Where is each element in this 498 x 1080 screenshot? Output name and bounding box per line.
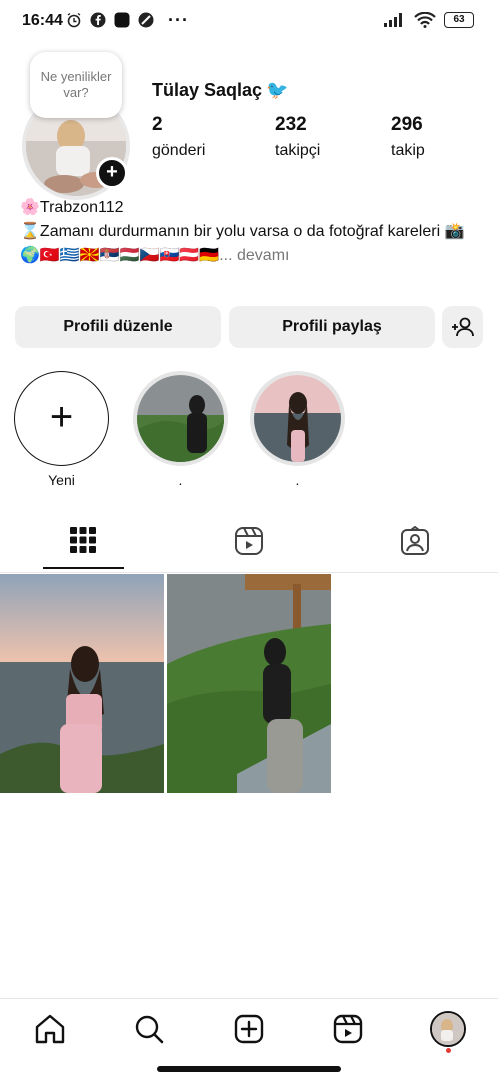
bio-line-2: ⌛Zamanı durdurmanın bir yolu varsa o da … [20,223,465,240]
stat-following-label: takip [391,142,425,159]
notification-dot [446,1048,451,1053]
active-tab-indicator [43,567,124,569]
note-text: Ne yenilikler var? [40,69,112,100]
signal-icon [384,13,402,27]
highlight-item-1[interactable] [133,371,228,466]
reels-icon [235,527,263,555]
stat-followers-count: 232 [275,114,307,135]
post-photo-1 [0,574,164,793]
tab-tagged[interactable] [400,525,430,561]
name-emoji: 🐦 [266,80,289,100]
wifi-icon [414,12,436,28]
stat-followers-label: takipçi [275,142,321,159]
search-icon [135,1015,164,1044]
home-indicator-bar[interactable] [157,1066,341,1072]
home-icon [35,1014,65,1044]
profile-name: Tülay Saqlaç 🐦 [152,80,288,101]
slash-circle-icon [138,12,154,28]
nav-home[interactable] [34,1013,66,1050]
stat-posts-count: 2 [152,114,163,135]
add-story-icon[interactable]: + [96,157,128,189]
status-time: 16:44 [22,12,63,29]
share-profile-button[interactable]: Profili paylaş [229,306,435,348]
status-right-icons: 63 [384,12,474,28]
nav-reels[interactable] [332,1013,364,1050]
battery-indicator: 63 [444,12,474,28]
highlight-label-new: Yeni [48,472,75,488]
plus-icon: + [49,395,74,439]
highlight-label-2: . [295,472,300,488]
highlight-photo-2 [254,375,341,462]
profile-bio: 🌸Trabzon112 ⌛Zamanı durdurmanın bir yolu… [20,196,480,268]
edit-profile-button[interactable]: Profili düzenle [15,306,221,348]
stat-posts-label: gönderi [152,142,206,159]
post-photo-2 [167,574,331,793]
nav-profile[interactable] [430,1011,466,1047]
create-post-icon [234,1014,264,1044]
post-thumbnail-1[interactable] [0,574,164,793]
bio-line-1: 🌸Trabzon112 [20,199,124,216]
stat-following-count: 296 [391,114,423,135]
grid-icon [70,527,96,553]
highlight-photo-1 [137,375,224,462]
discover-people-button[interactable] [442,306,483,348]
status-bar: 16:44 ··· 63 [0,0,498,44]
facebook-icon [90,12,106,28]
nav-search[interactable] [133,1013,165,1050]
profile-name-text: Tülay Saqlaç [152,80,263,100]
tagged-person-icon [401,525,429,555]
bio-more-link[interactable]: ... devamı [219,247,289,264]
status-left-icons: ··· [66,10,189,30]
alarm-icon [67,12,81,28]
more-notifications-icon: ··· [168,10,189,30]
share-profile-label: Profili paylaş [282,318,382,335]
bio-flags: 🌍🇹🇷🇬🇷🇲🇰🇷🇸🇭🇺🇨🇿🇸🇰🇦🇹🇩🇪 [20,247,220,264]
app-square-icon [114,12,130,28]
reels-nav-icon [333,1014,363,1044]
tab-reels[interactable] [234,526,264,561]
stat-followers[interactable]: 232 takipçi [275,114,320,160]
stat-posts[interactable]: 2 gönderi [152,114,205,160]
bio-line-3: 🌍🇹🇷🇬🇷🇲🇰🇷🇸🇭🇺🇨🇿🇸🇰🇦🇹🇩🇪... devamı [20,244,480,268]
add-person-icon [451,317,474,337]
edit-profile-label: Profili düzenle [63,318,173,335]
tab-posts[interactable] [69,526,97,559]
note-bubble[interactable]: Ne yenilikler var? [30,52,122,118]
post-thumbnail-2[interactable] [167,574,331,793]
highlight-item-2[interactable] [250,371,345,466]
nav-create[interactable] [233,1013,265,1050]
highlight-label-1: . [178,472,183,488]
profile-nav-avatar [432,1013,464,1045]
stat-following[interactable]: 296 takip [391,114,425,160]
